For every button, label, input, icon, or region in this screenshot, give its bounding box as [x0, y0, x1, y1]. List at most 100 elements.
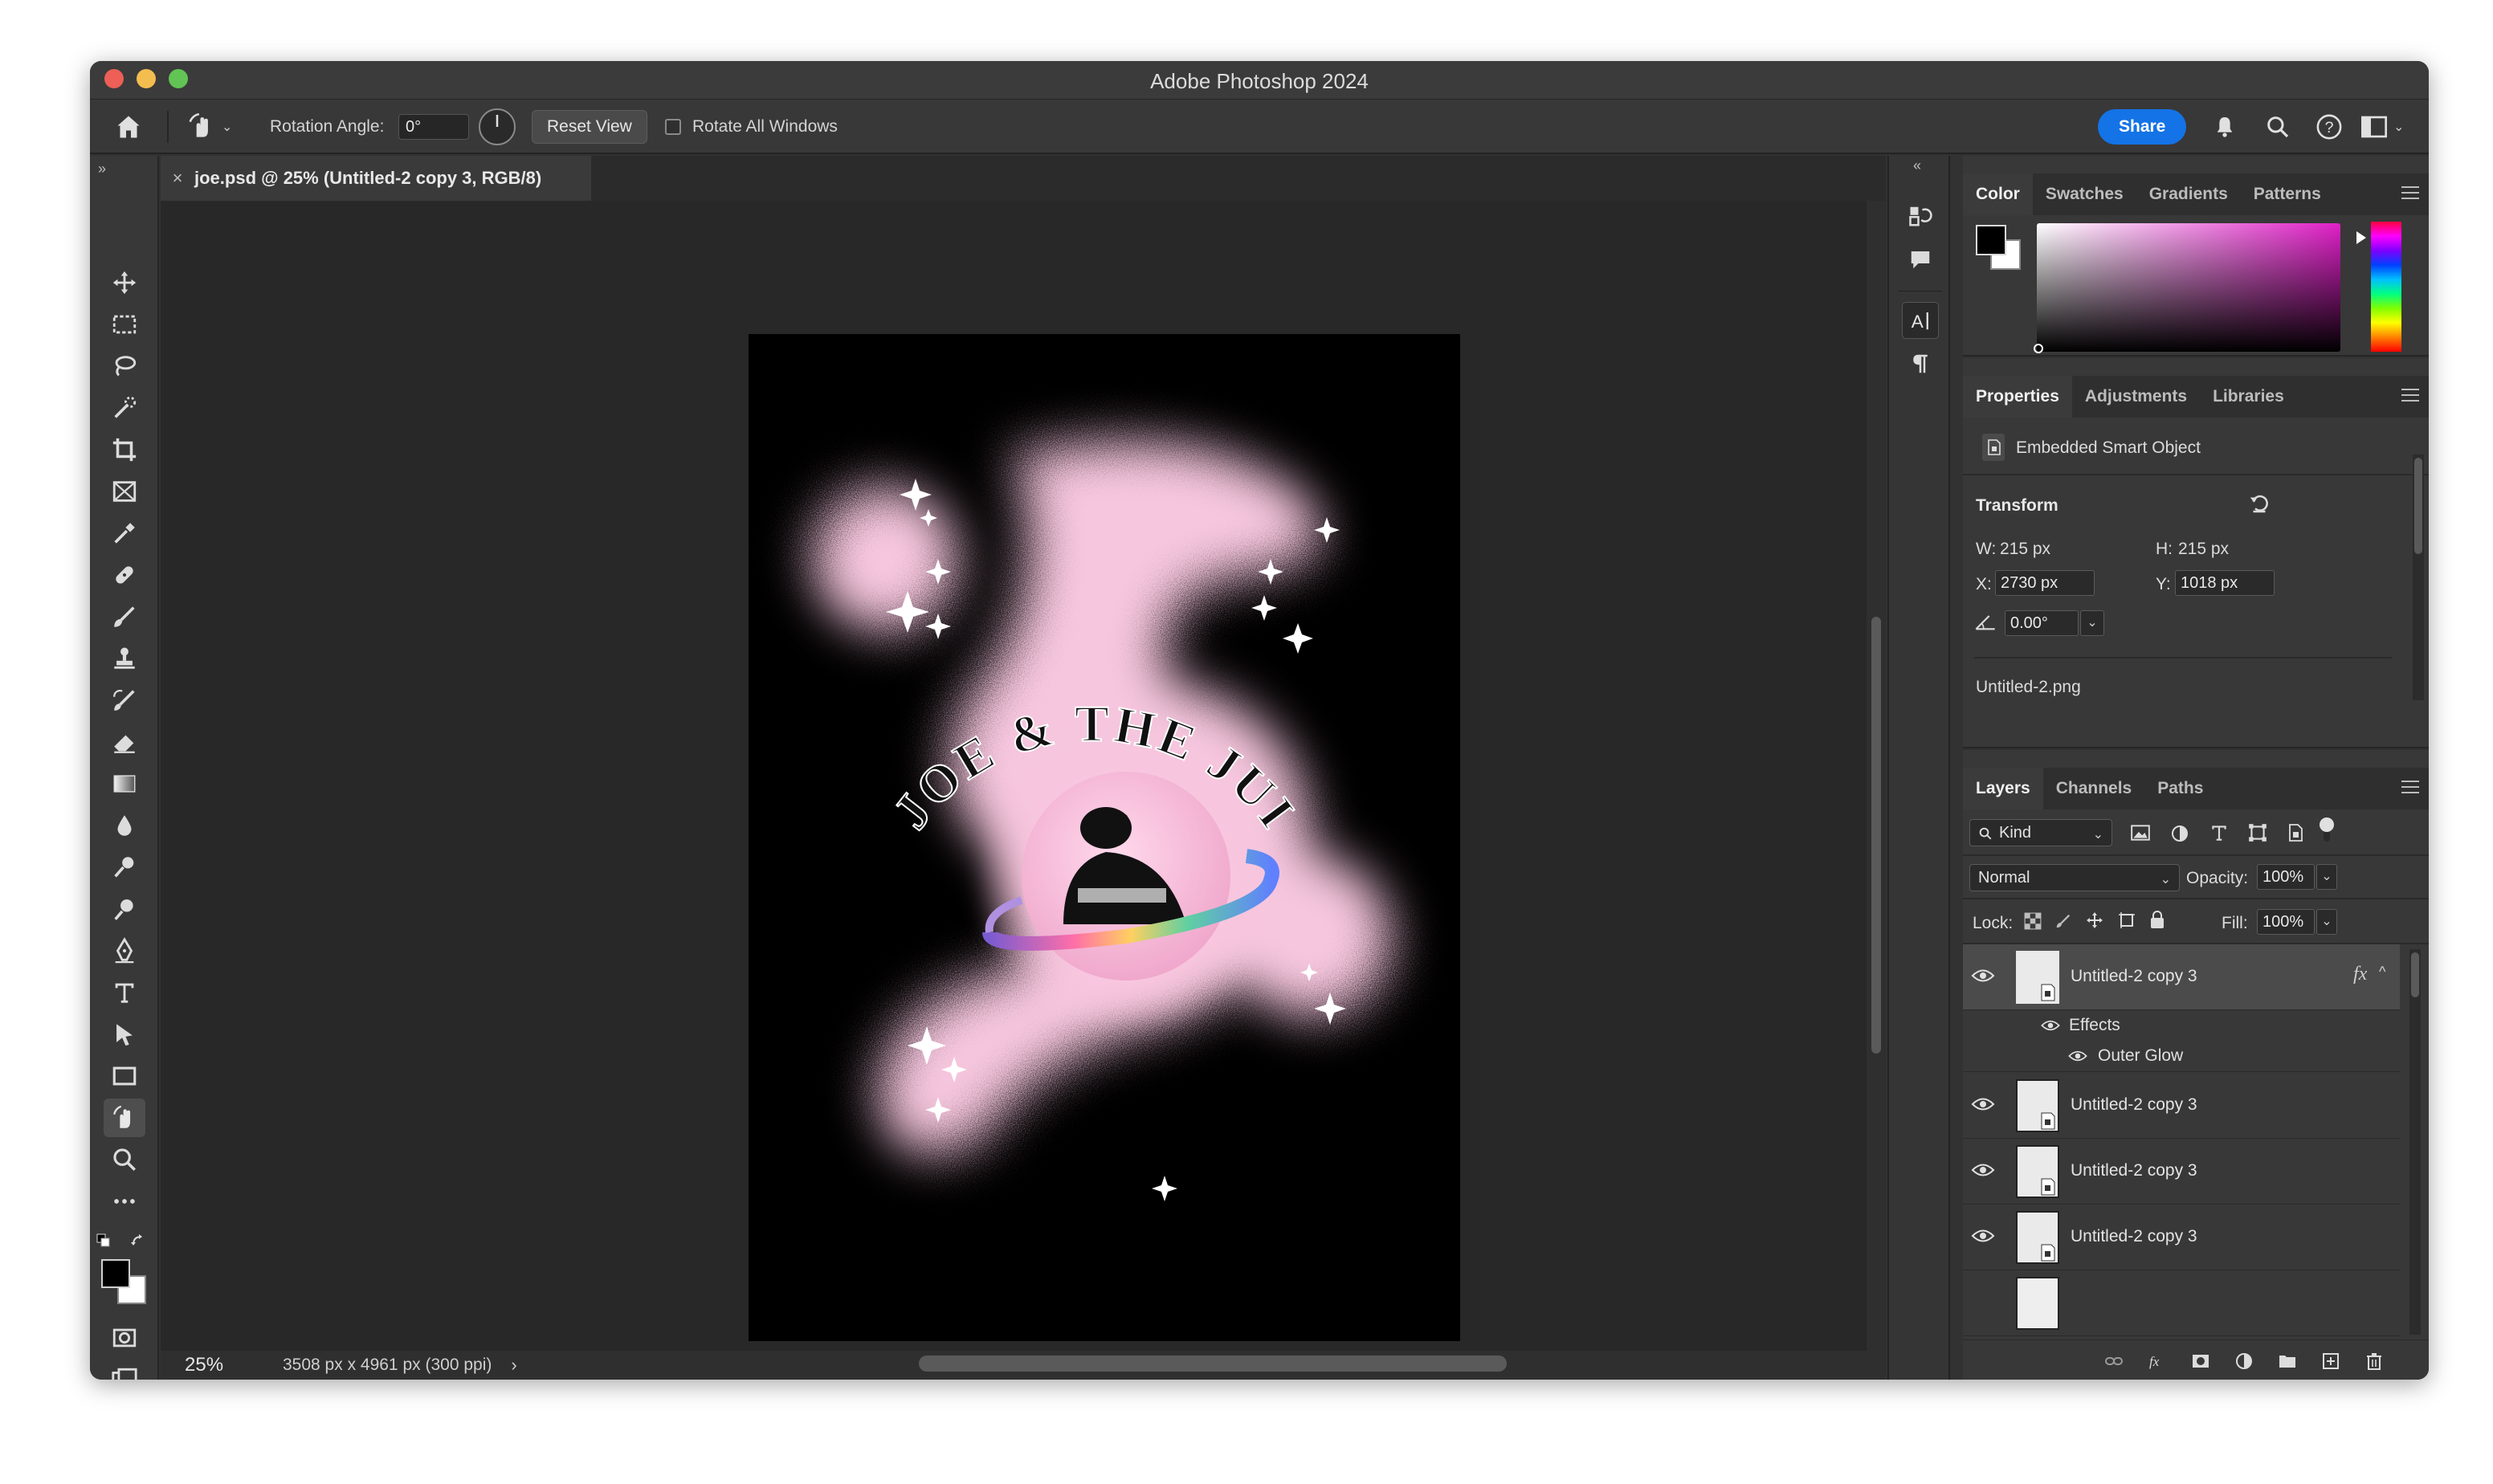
- fill-chevron-icon[interactable]: ⌄: [2316, 909, 2337, 935]
- height-value[interactable]: 215 px: [2178, 540, 2229, 559]
- lock-image-pixels-button[interactable]: [2054, 912, 2072, 934]
- gradient-tool[interactable]: [104, 764, 145, 803]
- color-panel-menu-icon[interactable]: [2401, 186, 2419, 202]
- healing-brush-tool[interactable]: [104, 556, 145, 594]
- history-panel-button[interactable]: [1902, 198, 1939, 234]
- angle-input[interactable]: [2005, 610, 2079, 636]
- opacity-input[interactable]: [2257, 864, 2315, 890]
- new-layer-plus-icon[interactable]: [2321, 1352, 2340, 1371]
- tab-channels[interactable]: Channels: [2043, 768, 2145, 809]
- link-layers-icon[interactable]: [2104, 1352, 2124, 1371]
- eyedropper-tool[interactable]: [104, 514, 145, 552]
- tab-swatches[interactable]: Swatches: [2033, 173, 2136, 215]
- status-menu-arrow-icon[interactable]: ›: [511, 1355, 516, 1376]
- search-button[interactable]: [2263, 112, 2292, 141]
- filter-shape-layers-button[interactable]: [2247, 822, 2268, 847]
- document-tab[interactable]: × joe.psd @ 25% (Untitled-2 copy 3, RGB/…: [161, 156, 591, 201]
- close-tab-icon[interactable]: ×: [161, 168, 194, 189]
- filter-pixel-layers-button[interactable]: [2130, 824, 2151, 846]
- visibility-eye-icon[interactable]: [1971, 967, 1995, 985]
- angle-dropdown-chevron-icon[interactable]: ⌄: [2080, 610, 2104, 636]
- x-position-input[interactable]: [1995, 570, 2095, 596]
- character-panel-button[interactable]: A: [1902, 302, 1939, 339]
- eraser-tool[interactable]: [104, 723, 145, 761]
- help-button[interactable]: ?: [2315, 112, 2344, 141]
- dodge-tool[interactable]: [104, 848, 145, 887]
- tab-libraries[interactable]: Libraries: [2200, 376, 2297, 418]
- share-button[interactable]: Share: [2098, 109, 2187, 145]
- workspace-switcher[interactable]: ⌄: [2361, 100, 2404, 154]
- visibility-eye-icon[interactable]: [1971, 1095, 1995, 1113]
- hue-slider-handle[interactable]: [2356, 231, 2366, 244]
- fill-input[interactable]: [2257, 909, 2315, 935]
- blur-tool[interactable]: [104, 806, 145, 845]
- layer-row[interactable]: Untitled-2 copy 3: [1963, 1073, 2400, 1139]
- layer-row[interactable]: Untitled-2 copy 3: [1963, 1205, 2400, 1270]
- expand-panels-icon[interactable]: «: [1913, 157, 1921, 174]
- layers-panel-menu-icon[interactable]: [2401, 781, 2419, 797]
- layer-row[interactable]: Untitled-2 copy 3 fx ^: [1963, 944, 2400, 1010]
- properties-scrollbar[interactable]: [2413, 455, 2424, 700]
- rotate-view-tool-preset[interactable]: ⌄: [186, 100, 232, 154]
- tab-gradients[interactable]: Gradients: [2136, 173, 2241, 215]
- frame-tool[interactable]: [104, 472, 145, 511]
- swap-colors-button[interactable]: [129, 1232, 148, 1255]
- more-tools-button[interactable]: [104, 1182, 145, 1221]
- quick-mask-button[interactable]: [104, 1319, 145, 1357]
- zoom-tool[interactable]: [104, 1140, 145, 1179]
- visibility-eye-icon[interactable]: [2067, 1049, 2088, 1063]
- crop-tool[interactable]: [104, 430, 145, 469]
- layer-filter-dropdown[interactable]: Kind ⌄: [1969, 819, 2112, 846]
- tab-adjustments[interactable]: Adjustments: [2072, 376, 2200, 418]
- move-tool[interactable]: [104, 263, 145, 302]
- zoom-level[interactable]: 25%: [161, 1354, 260, 1376]
- lock-transparent-pixels-button[interactable]: [2024, 912, 2042, 934]
- clone-stamp-tool[interactable]: [104, 639, 145, 678]
- tab-paths[interactable]: Paths: [2144, 768, 2216, 809]
- color-picker-field[interactable]: [2037, 223, 2340, 352]
- new-group-folder-icon[interactable]: [2278, 1352, 2297, 1371]
- layer-effects-fx-icon[interactable]: fx: [2353, 964, 2367, 985]
- add-layer-style-fx-icon[interactable]: fx: [2148, 1352, 2167, 1371]
- artboard[interactable]: JOE & THE JUICE: [749, 334, 1460, 1341]
- filter-type-layers-button[interactable]: [2209, 822, 2230, 847]
- delete-layer-trash-icon[interactable]: [2364, 1352, 2384, 1371]
- color-picker-cursor[interactable]: [2034, 344, 2043, 353]
- default-colors-button[interactable]: [96, 1233, 111, 1252]
- layers-scrollbar[interactable]: [2409, 949, 2421, 1335]
- vertical-scrollbar[interactable]: [1867, 201, 1886, 1351]
- lock-all-button[interactable]: [2148, 909, 2167, 934]
- opacity-chevron-icon[interactable]: ⌄: [2316, 864, 2337, 890]
- brush-tool[interactable]: [104, 597, 145, 636]
- width-value[interactable]: 215 px: [2000, 540, 2050, 559]
- burn-tool[interactable]: [104, 890, 145, 928]
- tab-patterns[interactable]: Patterns: [2241, 173, 2334, 215]
- tab-properties[interactable]: Properties: [1963, 376, 2072, 418]
- properties-panel-menu-icon[interactable]: [2401, 389, 2419, 405]
- notifications-button[interactable]: [2210, 112, 2239, 141]
- filter-adjustment-layers-button[interactable]: [2170, 824, 2189, 847]
- quick-select-tool[interactable]: [104, 389, 145, 427]
- screen-mode-button[interactable]: [104, 1360, 145, 1380]
- layer-row[interactable]: Untitled-2 copy 3: [1963, 1139, 2400, 1205]
- home-button[interactable]: [114, 100, 143, 154]
- outer-glow-effect-row[interactable]: Outer Glow: [2067, 1041, 2183, 1071]
- rotate-view-tool[interactable]: [104, 1099, 145, 1137]
- comments-panel-button[interactable]: [1902, 241, 1939, 278]
- filter-toggle-switch[interactable]: [2320, 817, 2334, 845]
- filter-smart-objects-button[interactable]: [2286, 822, 2305, 847]
- paragraph-panel-button[interactable]: [1902, 345, 1939, 382]
- hue-slider[interactable]: [2371, 222, 2401, 352]
- reset-view-button[interactable]: Reset View: [532, 110, 647, 144]
- lasso-tool[interactable]: [104, 347, 145, 385]
- visibility-eye-icon[interactable]: [1971, 1161, 1995, 1179]
- collapse-effects-chevron-icon[interactable]: ^: [2379, 964, 2385, 980]
- new-adjustment-layer-icon[interactable]: [2234, 1352, 2254, 1371]
- layer-row-partial[interactable]: [1963, 1270, 2400, 1336]
- path-selection-tool[interactable]: [104, 1015, 145, 1054]
- foreground-color-swatch[interactable]: [101, 1259, 130, 1288]
- marquee-tool[interactable]: [104, 305, 145, 344]
- lock-artboard-button[interactable]: [2117, 911, 2136, 934]
- history-brush-tool[interactable]: [104, 681, 145, 720]
- collapse-toolbar-icon[interactable]: »: [98, 161, 106, 177]
